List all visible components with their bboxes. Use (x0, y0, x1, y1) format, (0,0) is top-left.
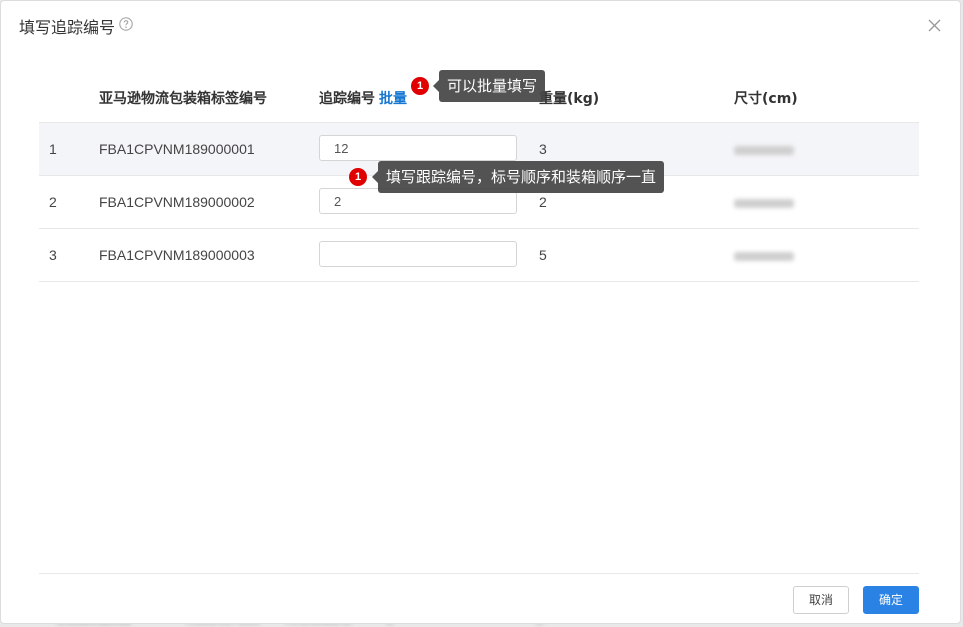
row-label-no: FBA1CPVNM189000002 (99, 194, 255, 210)
header-tracking: 追踪编号 批量 (319, 88, 407, 108)
batch-fill-link[interactable]: 批量 (379, 91, 407, 107)
dialog-title: 填写追踪编号 (19, 18, 116, 37)
tracking-number-dialog: 填写追踪编号 亚马逊物流包装箱标签编号 追踪编号 批量 重量(kg) 尺寸(cm)… (0, 0, 961, 624)
row-label-no: FBA1CPVNM189000003 (99, 247, 255, 263)
order-tip-tooltip: 填写跟踪编号，标号顺序和装箱顺序一直 (371, 161, 665, 193)
order-tip-badge: 1 (349, 168, 367, 186)
row-index: 3 (49, 247, 57, 263)
table-row: 3 FBA1CPVNM189000003 5 (39, 228, 919, 282)
row-weight: 3 (539, 141, 547, 157)
row-label-no: FBA1CPVNM189000001 (99, 141, 255, 157)
header-size: 尺寸(cm) (734, 91, 798, 107)
row-size (734, 247, 794, 263)
cancel-button[interactable]: 取消 (793, 586, 849, 614)
row-index: 1 (49, 141, 57, 157)
help-icon[interactable] (119, 17, 133, 31)
header-weight: 重量(kg) (539, 91, 600, 107)
header-tracking-label: 追踪编号 (319, 91, 375, 107)
row-weight: 5 (539, 247, 547, 263)
tracking-number-input[interactable] (319, 135, 517, 161)
close-icon[interactable] (928, 19, 941, 32)
row-index: 2 (49, 194, 57, 210)
batch-tip-tooltip: 可以批量填写 (432, 70, 546, 102)
row-size (734, 141, 794, 157)
row-size (734, 194, 794, 210)
header-label-no: 亚马逊物流包装箱标签编号 (99, 91, 267, 107)
confirm-button[interactable]: 确定 (863, 586, 919, 614)
tracking-number-input[interactable] (319, 241, 517, 267)
batch-tip-badge: 1 (411, 77, 429, 95)
footer-divider (39, 573, 919, 574)
row-weight: 2 (539, 194, 547, 210)
